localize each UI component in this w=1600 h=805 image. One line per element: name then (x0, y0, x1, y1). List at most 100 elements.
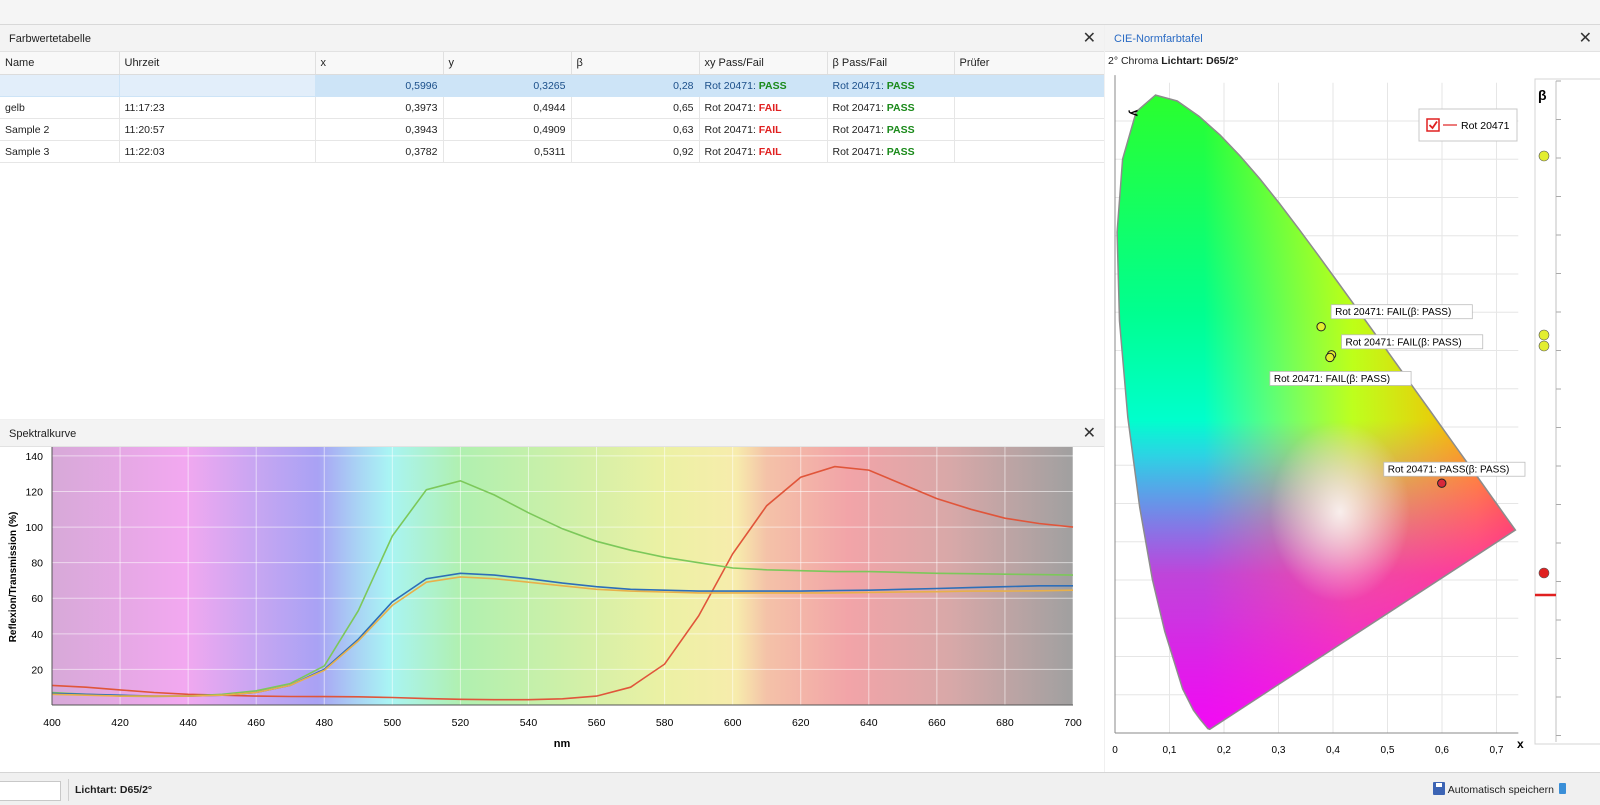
cell-beta: 0,65 (571, 97, 699, 119)
cell-beta-passfail: Rot 20471: PASS (827, 119, 954, 141)
close-icon[interactable]: ✕ (1083, 420, 1096, 448)
column-header-time[interactable]: Uhrzeit (119, 52, 315, 75)
y-tick-label: 140 (25, 451, 43, 463)
cie-point-label: Rot 20471: FAIL(β: PASS) (1270, 371, 1411, 385)
chromaticity-gamut (1105, 67, 1600, 772)
cell-y: 0,4944 (443, 97, 571, 119)
x-tick-label: 640 (860, 717, 878, 729)
cie-x-axis-label: x (1517, 737, 1524, 751)
cell-beta: 0,63 (571, 119, 699, 141)
column-header-x[interactable]: x (315, 52, 443, 75)
beta-axis-label: β (1538, 87, 1547, 103)
cell-name (0, 75, 119, 97)
cell-name: Sample 3 (0, 141, 119, 163)
cie-y-axis-label: y (1128, 110, 1142, 117)
x-tick-label: 460 (247, 717, 265, 729)
reference-label: Rot 20471: (833, 80, 887, 92)
reference-label: Rot 20471: (705, 80, 759, 92)
table-row[interactable]: Sample 2 11:20:57 0,3943 0,4909 0,63 Rot… (0, 119, 1104, 141)
chroma-label: 2° Chroma (1108, 55, 1161, 67)
cie-sample-point[interactable] (1317, 323, 1325, 331)
spectral-chart[interactable]: 4004204404604805005205405605806006206406… (0, 447, 1104, 772)
table-row[interactable]: Sample 3 11:22:03 0,3782 0,5311 0,92 Rot… (0, 141, 1104, 163)
y-tick-label: 20 (31, 664, 43, 676)
cell-y: 0,3265 (443, 75, 571, 97)
table-row[interactable]: gelb 11:17:23 0,3973 0,4944 0,65 Rot 204… (0, 97, 1104, 119)
autosave-toggle[interactable]: Automatisch speichern (1448, 784, 1554, 796)
beta-marker-reference[interactable] (1539, 568, 1549, 578)
cell-beta-passfail: Rot 20471: PASS (827, 75, 954, 97)
status-illuminant: Lichtart: D65/2° (75, 784, 152, 796)
column-header-y[interactable]: y (443, 52, 571, 75)
cell-xy-passfail: Rot 20471: FAIL (699, 97, 827, 119)
legend-checkbox[interactable] (1427, 119, 1439, 131)
close-icon[interactable]: ✕ (1579, 25, 1592, 53)
panel-header: Farbwertetabelle ✕ (0, 25, 1104, 52)
cell-y: 0,4909 (443, 119, 571, 141)
status-input[interactable] (0, 781, 61, 801)
save-icon[interactable] (1433, 782, 1445, 795)
x-tick-label: 560 (588, 717, 606, 729)
cell-beta: 0,92 (571, 141, 699, 163)
column-header-checker[interactable]: Prüfer (954, 52, 1104, 75)
table-row[interactable]: 0,5996 0,3265 0,28 Rot 20471: PASS Rot 2… (0, 75, 1104, 97)
column-header-beta[interactable]: β (571, 52, 699, 75)
status-pass: PASS (887, 146, 915, 158)
reference-label: Rot 20471: (833, 124, 887, 136)
cell-beta: 0,28 (571, 75, 699, 97)
cell-checker (954, 119, 1104, 141)
x-tick-label: 480 (316, 717, 334, 729)
cie-point-label-text: Rot 20471: FAIL(β: PASS) (1346, 337, 1462, 348)
cell-time (119, 75, 315, 97)
cell-name: Sample 2 (0, 119, 119, 141)
cie-diagram[interactable]: 00,10,20,30,40,50,60,700,050,10,150,20,2… (1105, 67, 1600, 772)
beta-marker-sample-2[interactable] (1539, 341, 1549, 351)
column-header-xy-passfail[interactable]: xy Pass/Fail (699, 52, 827, 75)
cell-checker (954, 97, 1104, 119)
column-header-name[interactable]: Name (0, 52, 119, 75)
beta-marker-sample-3[interactable] (1539, 151, 1549, 161)
reference-label: Rot 20471: (705, 102, 759, 114)
spectrum-background (52, 447, 1073, 705)
y-tick-label: 40 (31, 629, 43, 641)
cie-point-label-text: Rot 20471: PASS(β: PASS) (1388, 465, 1510, 476)
status-pass: PASS (887, 124, 915, 136)
cie-point-label: Rot 20471: FAIL(β: PASS) (1331, 305, 1472, 319)
cie-x-tick-label: 0,5 (1381, 745, 1395, 756)
cell-xy-passfail: Rot 20471: FAIL (699, 119, 827, 141)
status-pass: PASS (759, 80, 787, 92)
close-icon[interactable]: ✕ (1083, 25, 1096, 53)
cell-y: 0,5311 (443, 141, 571, 163)
legend-label: Rot 20471 (1461, 120, 1510, 132)
cell-beta-passfail: Rot 20471: PASS (827, 141, 954, 163)
reference-label: Rot 20471: (833, 146, 887, 158)
y-axis-label: Reflexion/Transmission (%) (8, 512, 19, 643)
cell-x: 0,3943 (315, 119, 443, 141)
status-fail: FAIL (759, 146, 782, 158)
x-tick-label: 620 (792, 717, 810, 729)
reference-label: Rot 20471: (705, 146, 759, 158)
cie-sample-point[interactable] (1326, 353, 1334, 361)
status-separator (68, 779, 69, 801)
cell-x: 0,3782 (315, 141, 443, 163)
status-fail: FAIL (759, 124, 782, 136)
status-fail: FAIL (759, 102, 782, 114)
cie-x-tick-label: 0,4 (1326, 745, 1340, 756)
beta-marker-gelb[interactable] (1539, 330, 1549, 340)
reference-label: Rot 20471: (705, 124, 759, 136)
cie-x-tick-label: 0,2 (1217, 745, 1231, 756)
panel-header: CIE-Normfarbtafel ✕ (1105, 25, 1600, 52)
cie-sample-point[interactable] (1438, 479, 1446, 487)
cie-point-label: Rot 20471: PASS(β: PASS) (1384, 462, 1525, 476)
cell-x: 0,5996 (315, 75, 443, 97)
x-tick-label: 420 (111, 717, 129, 729)
info-icon[interactable] (1559, 783, 1566, 794)
cell-checker (954, 75, 1104, 97)
y-tick-label: 80 (31, 558, 43, 570)
x-tick-label: 400 (43, 717, 61, 729)
x-tick-label: 520 (452, 717, 470, 729)
column-header-beta-passfail[interactable]: β Pass/Fail (827, 52, 954, 75)
status-bar: Lichtart: D65/2° Automatisch speichern (0, 772, 1600, 805)
panel-title: Farbwertetabelle (9, 33, 91, 45)
x-tick-label: 680 (996, 717, 1014, 729)
